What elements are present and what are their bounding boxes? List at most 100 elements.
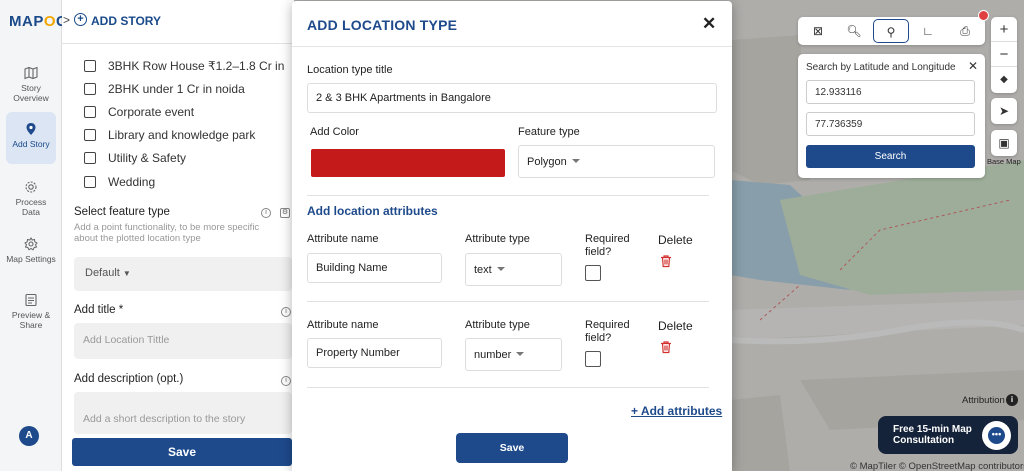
trash-icon[interactable] — [659, 340, 673, 354]
checkbox[interactable] — [84, 60, 96, 72]
attribute-type-label: Attribute type — [465, 319, 530, 331]
location-title-input[interactable]: Add Location Tittle — [74, 323, 292, 359]
latlng-title: Search by Latitude and Longitude — [806, 62, 956, 73]
attribute-type-select[interactable]: text — [465, 253, 562, 286]
info-icon[interactable]: i — [281, 307, 291, 317]
type-title-label: Location type title — [307, 64, 393, 76]
checkbox[interactable] — [84, 152, 96, 164]
location-type-checkbox[interactable]: Utility & Safety — [84, 151, 288, 165]
info-icon[interactable]: i — [281, 376, 291, 386]
location-type-checkbox[interactable]: 2BHK under 1 Cr in noida — [84, 82, 288, 96]
latlng-search-button[interactable]: Search — [806, 145, 975, 168]
zoom-in-button[interactable]: + — [991, 17, 1017, 42]
add-location-type-modal: ADD LOCATION TYPE ✕ Location type title … — [292, 1, 732, 471]
modal-save-button[interactable]: Save — [456, 433, 568, 463]
info-icon[interactable]: i — [261, 208, 271, 218]
zoom-out-button[interactable]: − — [991, 42, 1017, 67]
attribute-name-label: Attribute name — [307, 233, 379, 245]
rail-item-story-overview[interactable]: Story Overview — [6, 66, 56, 106]
feature-type-hint: Add a point functionality, to be more sp… — [74, 222, 260, 244]
pin-icon — [26, 123, 36, 135]
search-icon[interactable]: 🔍︎ — [836, 19, 872, 43]
base-map-label: Base Map — [987, 157, 1021, 166]
compass-icon[interactable]: ◆ — [991, 67, 1017, 92]
add-circle-icon: + — [74, 13, 87, 26]
panel-header: > + ADD STORY — [62, 0, 294, 44]
back-chevron-icon[interactable]: > — [63, 13, 70, 27]
map-copyright: © MapTiler © OpenStreetMap contributors — [850, 461, 1024, 471]
attribute-name-input[interactable]: Building Name — [307, 253, 442, 283]
modal-title: ADD LOCATION TYPE — [307, 17, 458, 33]
close-icon[interactable]: ✕ — [702, 14, 716, 34]
divider — [307, 387, 709, 388]
info-icon[interactable]: i — [1006, 394, 1018, 406]
location-type-checkbox[interactable]: Wedding — [84, 175, 288, 189]
rail-item-add-story[interactable]: Add Story — [6, 112, 56, 164]
rail-item-preview-share[interactable]: Preview & Share — [6, 293, 56, 333]
chat-button[interactable]: ••• — [982, 421, 1011, 450]
chevron-down-icon — [571, 159, 580, 163]
story-panel: > + ADD STORY 3BHK Row House ₹1.2–1.8 Cr… — [62, 0, 294, 471]
divider — [307, 195, 709, 196]
location-type-checkbox[interactable]: 3BHK Row House ₹1.2–1.8 Cr in Ir — [84, 59, 288, 73]
add-description-label: Add description (opt.) — [74, 373, 184, 385]
required-field-label: Required field? — [585, 233, 630, 258]
attribute-name-label: Attribute name — [307, 319, 379, 331]
print-icon[interactable]: ⎙ — [947, 19, 983, 43]
location-type-title-input[interactable]: 2 & 3 BHK Apartments in Bangalore — [307, 83, 717, 113]
close-icon[interactable]: ✕ — [968, 59, 978, 73]
required-checkbox[interactable] — [585, 265, 601, 281]
consultation-widget[interactable]: Free 15-min Map Consultation ••• — [878, 416, 1018, 454]
settings-gear-icon[interactable]: ⚙ — [280, 208, 290, 218]
longitude-input[interactable]: 77.736359 — [806, 112, 975, 136]
navigate-icon[interactable]: ➤ — [991, 98, 1017, 124]
feature-type-label: Select feature type — [74, 206, 170, 218]
chat-icon: ••• — [988, 427, 1005, 444]
modal-header: ADD LOCATION TYPE ✕ — [292, 1, 732, 47]
map-style-icon[interactable]: ⊠ — [800, 19, 836, 43]
feature-type-select[interactable]: Polygon — [518, 145, 715, 178]
base-map-button[interactable]: ▣ — [991, 130, 1017, 156]
trash-icon[interactable] — [659, 254, 673, 268]
color-picker[interactable] — [311, 149, 505, 177]
latitude-input[interactable]: 12.933116 — [806, 80, 975, 104]
chevron-down-icon — [516, 352, 525, 356]
preview-icon — [25, 293, 37, 307]
gear-icon — [25, 181, 37, 193]
zoom-controls: + − ◆ — [991, 17, 1017, 93]
add-color-label: Add Color — [310, 126, 359, 138]
map-toolbar: ⊠ 🔍︎ ⚲ ∟ ⎙ — [798, 17, 985, 45]
chevron-down-icon — [496, 267, 505, 271]
panel-save-button[interactable]: Save — [72, 438, 292, 466]
notification-badge — [978, 10, 989, 21]
attribution-label: Attribution — [962, 395, 1005, 406]
add-title-label: Add title * — [74, 304, 124, 316]
user-avatar[interactable]: A — [19, 426, 39, 446]
divider — [307, 301, 709, 302]
measure-icon[interactable]: ∟ — [910, 19, 946, 43]
panel-title: ADD STORY — [91, 14, 162, 28]
checkbox[interactable] — [84, 83, 96, 95]
location-type-checkbox[interactable]: Library and knowledge park — [84, 128, 288, 142]
required-checkbox[interactable] — [585, 351, 601, 367]
location-pin-icon[interactable]: ⚲ — [873, 19, 909, 43]
checkbox[interactable] — [84, 129, 96, 141]
feature-type-label: Feature type — [518, 126, 580, 138]
attributes-heading: Add location attributes — [307, 204, 438, 218]
attribute-name-input[interactable]: Property Number — [307, 338, 442, 368]
feature-type-select[interactable]: Default ▼ — [74, 257, 292, 291]
rail-item-map-settings[interactable]: Map Settings — [6, 237, 56, 277]
checkbox[interactable] — [84, 176, 96, 188]
required-field-label: Required field? — [585, 319, 630, 344]
latlng-search-box: Search by Latitude and Longitude ✕ 12.93… — [798, 54, 985, 178]
rail-item-process-data[interactable]: Process Data — [6, 180, 56, 220]
attribute-type-select[interactable]: number — [465, 338, 562, 371]
delete-label: Delete — [658, 233, 693, 247]
nav-rail: MAPOG Story Overview Add Story Process D… — [0, 0, 68, 471]
checkbox[interactable] — [84, 106, 96, 118]
attribute-type-label: Attribute type — [465, 233, 530, 245]
location-type-checkbox[interactable]: Corporate event — [84, 105, 288, 119]
description-input[interactable]: Add a short description to the story — [74, 392, 292, 434]
add-attributes-link[interactable]: + Add attributes — [631, 404, 722, 418]
delete-label: Delete — [658, 319, 693, 333]
